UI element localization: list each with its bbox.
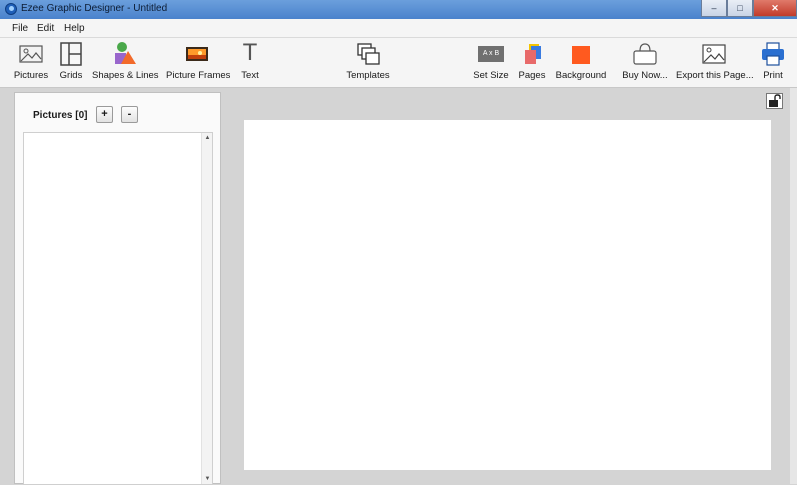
- templates-label: Templates: [346, 70, 390, 81]
- text-button[interactable]: T Text: [236, 38, 264, 87]
- print-label: Print: [763, 70, 783, 81]
- lock-toggle-button[interactable]: [766, 93, 783, 109]
- text-icon: T: [243, 41, 257, 66]
- background-color-icon: [572, 46, 590, 64]
- grids-button[interactable]: Grids: [56, 38, 86, 87]
- window-title: Ezee Graphic Designer - Untitled: [21, 3, 168, 14]
- pages-button[interactable]: Pages: [516, 38, 548, 87]
- title-bar: Ezee Graphic Designer - Untitled – □ ✕: [0, 0, 797, 19]
- remove-picture-button[interactable]: -: [121, 106, 138, 123]
- grids-label: Grids: [59, 70, 83, 81]
- app-icon: [5, 3, 17, 15]
- shopping-bag-icon: [633, 43, 657, 65]
- pictures-list-scrollbar[interactable]: ▲ ▼: [201, 133, 212, 484]
- export-page-button[interactable]: Export this Page...: [676, 38, 754, 87]
- buy-now-label: Buy Now...: [622, 70, 668, 81]
- menu-help[interactable]: Help: [64, 23, 85, 34]
- pictures-button[interactable]: Pictures: [8, 38, 54, 87]
- templates-icon: [357, 43, 380, 65]
- export-image-icon: [702, 44, 726, 64]
- design-page[interactable]: [244, 120, 771, 470]
- picture-frames-button[interactable]: Picture Frames: [166, 38, 231, 87]
- picture-icon: [19, 45, 43, 63]
- set-size-button[interactable]: A x B Set Size: [472, 38, 510, 87]
- text-label: Text: [241, 70, 259, 81]
- unlock-icon: [769, 94, 781, 107]
- buy-now-button[interactable]: Buy Now...: [620, 38, 670, 87]
- pictures-list[interactable]: ▲ ▼: [23, 132, 213, 485]
- print-button[interactable]: Print: [758, 38, 788, 87]
- maximize-button[interactable]: □: [727, 0, 753, 17]
- toolbar: Pictures Grids Shapes & Lines Picture Fr…: [0, 38, 797, 88]
- menu-file[interactable]: File: [12, 23, 28, 34]
- window-controls: – □ ✕: [701, 0, 797, 19]
- scroll-up-icon[interactable]: ▲: [203, 135, 212, 141]
- set-size-icon: A x B: [478, 46, 504, 62]
- templates-button[interactable]: Templates: [342, 38, 394, 87]
- printer-icon: [762, 42, 784, 66]
- background-button[interactable]: Background: [554, 38, 608, 87]
- minimize-button[interactable]: –: [701, 0, 727, 17]
- pictures-panel: Pictures [0] + - ▲ ▼: [14, 92, 221, 485]
- pictures-panel-title: Pictures [0]: [33, 110, 88, 121]
- menu-edit[interactable]: Edit: [37, 23, 54, 34]
- pictures-label: Pictures: [13, 70, 49, 81]
- menu-bar: File Edit Help: [0, 19, 797, 38]
- right-edge-strip: [790, 88, 797, 484]
- background-label: Background: [555, 70, 607, 81]
- close-button[interactable]: ✕: [753, 0, 797, 17]
- export-page-label: Export this Page...: [676, 70, 754, 81]
- set-size-label: Set Size: [473, 70, 509, 81]
- scroll-down-icon[interactable]: ▼: [203, 476, 212, 482]
- canvas-area: [231, 88, 797, 484]
- add-picture-button[interactable]: +: [96, 106, 113, 123]
- pages-icon: [525, 44, 541, 64]
- picture-frame-icon: [186, 47, 208, 61]
- shapes-lines-label: Shapes & Lines: [92, 70, 159, 81]
- picture-frames-label: Picture Frames: [166, 70, 231, 81]
- grid-icon: [60, 42, 82, 66]
- pages-label: Pages: [518, 70, 546, 81]
- shapes-lines-button[interactable]: Shapes & Lines: [92, 38, 159, 87]
- shapes-icon: [115, 42, 136, 64]
